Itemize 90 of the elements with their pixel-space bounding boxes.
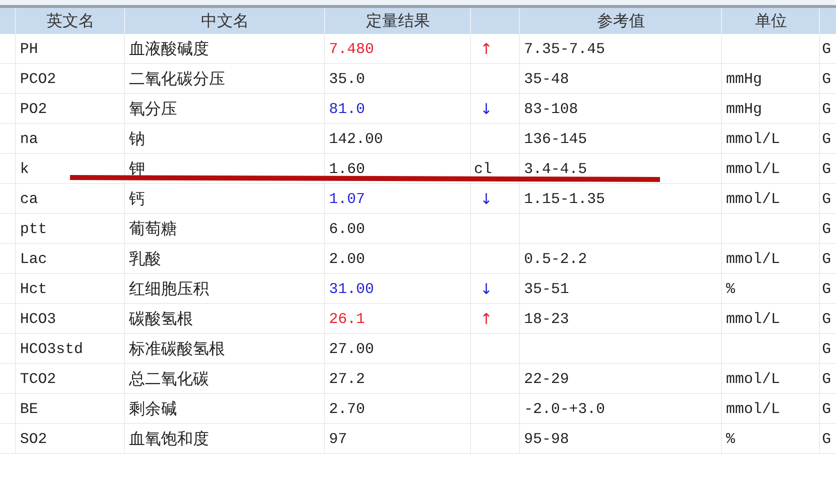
table-cell-text: 1.07 — [328, 190, 366, 210]
table-cell-text: 血氧饱和度 — [128, 428, 210, 450]
table-cell-text: mmol/L — [725, 190, 782, 210]
table-cell-text: G — [821, 280, 832, 300]
table-cell-text: G — [821, 160, 832, 180]
table-cell-text: mmHg — [725, 100, 764, 120]
table-cell-text: G — [821, 100, 832, 120]
table-cell-text: Lac — [19, 250, 48, 270]
table-cell-text: G — [821, 130, 832, 150]
column-header: 单位 — [754, 10, 788, 32]
table-cell-text: k — [19, 160, 30, 180]
table-cell-text: 2.00 — [328, 250, 366, 270]
table-cell-text: % — [725, 430, 736, 450]
table-cell-text: 136-145 — [523, 130, 588, 150]
table-cell-text: HCO3 — [19, 310, 58, 330]
table-cell-text: G — [821, 40, 832, 60]
table-cell-text: 31.00 — [328, 280, 376, 300]
table-cell-text: 35.0 — [328, 70, 366, 90]
table-cell-text: G — [821, 400, 832, 420]
table-cell-text: 27.00 — [328, 340, 376, 360]
table-cell-text: 乳酸 — [128, 248, 162, 270]
table-cell-text: 2.70 — [328, 400, 366, 420]
table-cell-text: 142.00 — [328, 130, 384, 150]
flag-mark: ↑ — [479, 39, 494, 60]
table-cell-text: 葡萄糖 — [128, 218, 178, 240]
table-cell-text: 1.60 — [328, 160, 366, 180]
table-cell-text: 氧分压 — [128, 98, 178, 120]
flag-mark: ↓ — [479, 189, 494, 210]
table-cell-text: mmol/L — [725, 310, 782, 330]
table-cell-text: 剩余碱 — [128, 398, 178, 420]
table-cell-text: mmHg — [725, 70, 764, 90]
table-cell-text: HCO3std — [19, 340, 84, 360]
table-cell-text: 7.35-7.45 — [523, 40, 606, 60]
column-header: 中文名 — [200, 10, 250, 32]
table-cell-text: mmol/L — [725, 400, 782, 420]
table-cell-text: PCO2 — [19, 70, 58, 90]
table-cell-text: 7.480 — [328, 40, 376, 60]
flag-mark: ↓ — [479, 279, 494, 300]
flag-mark: ↓ — [479, 99, 494, 120]
table-cell-text: 1.15-1.35 — [523, 190, 606, 210]
table-cell-text: 97 — [328, 430, 348, 450]
table-cell-text: 6.00 — [328, 220, 366, 240]
table-cell-text: 26.1 — [328, 310, 366, 330]
table-cell-text: 27.2 — [328, 370, 366, 390]
column-header: 定量结果 — [365, 10, 431, 32]
table-cell-text: G — [821, 430, 832, 450]
table-cell-text: G — [821, 190, 832, 210]
table-cell-text: 钠 — [128, 128, 146, 150]
table-cell-text: G — [821, 340, 832, 360]
table-cell-text: mmol/L — [725, 160, 782, 180]
table-cell-text: 3.4-4.5 — [523, 160, 588, 180]
table-cell-text: 18-23 — [523, 310, 570, 330]
table-cell-text: -2.0-+3.0 — [523, 400, 606, 420]
table-cell-text: 碳酸氢根 — [128, 308, 194, 330]
column-header: 英文名 — [46, 10, 96, 32]
table-cell-text: 22-29 — [523, 370, 570, 390]
table-cell-text: 35-51 — [523, 280, 570, 300]
table-cell-text: mmol/L — [725, 130, 782, 150]
table-cell-text: BE — [19, 400, 40, 420]
table-cell-text: mmol/L — [725, 370, 782, 390]
table-cell-text: 钙 — [128, 188, 146, 210]
table-cell-text: 二氧化碳分压 — [128, 68, 226, 90]
table-cell-text: PH — [19, 40, 40, 60]
table-cell-text: 血液酸碱度 — [128, 38, 210, 60]
table-cell-text: G — [821, 310, 832, 330]
table-cell-text: 83-108 — [523, 100, 580, 120]
table-cell-text: G — [821, 220, 832, 240]
table-cell-text: 35-48 — [523, 70, 570, 90]
table-cell-text: 总二氧化碳 — [128, 368, 210, 390]
table-cell-text: na — [19, 130, 40, 150]
table-cell-text: Hct — [19, 280, 48, 300]
flag-mark: ↑ — [479, 309, 494, 330]
table-cell-text: 钾 — [128, 158, 146, 180]
table-cell-text: SO2 — [19, 430, 48, 450]
table-cell-text: 0.5-2.2 — [523, 250, 588, 270]
table-cell-text: PO2 — [19, 100, 48, 120]
table-cell-text: 红细胞压积 — [128, 278, 210, 300]
table-cell-text: 标准碳酸氢根 — [128, 338, 226, 360]
table-cell-text: mmol/L — [725, 250, 782, 270]
table-cell-text: % — [725, 280, 736, 300]
table-cell-text: G — [821, 370, 832, 390]
table-cell-text: 95-98 — [523, 430, 570, 450]
table-cell-text: G — [821, 70, 832, 90]
column-header: 参考值 — [596, 10, 646, 32]
flag-mark: cl — [473, 160, 494, 180]
table-cell-text: ca — [19, 190, 40, 210]
table-cell-text: G — [821, 250, 832, 270]
table-cell-text: TCO2 — [19, 370, 58, 390]
table-cell-text: 81.0 — [328, 100, 366, 120]
table-cell-text: ptt — [19, 220, 48, 240]
